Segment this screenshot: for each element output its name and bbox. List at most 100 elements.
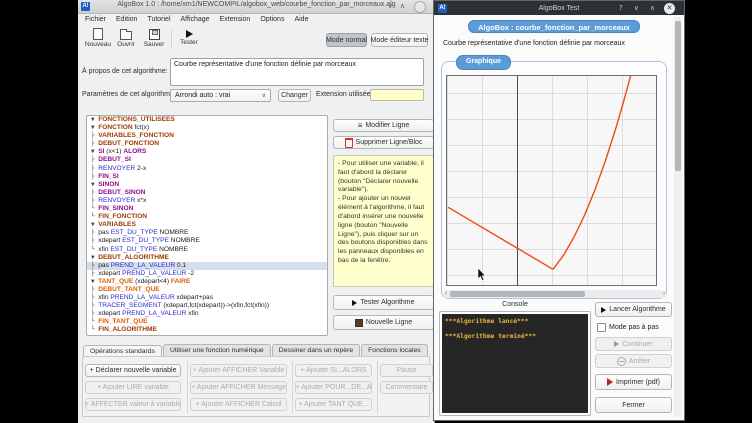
tree-line[interactable]: ├ xfin PREND_LA_VALEUR xdepart+pas [87, 294, 327, 302]
tree-line[interactable]: └ xfin EST_DU_TYPE NOMBRE [87, 246, 327, 254]
action-button[interactable]: Pause [380, 364, 433, 377]
menu-item-options[interactable]: Options [255, 16, 289, 23]
menu-item-tutoriel[interactable]: Tutoriel [142, 16, 175, 23]
params-select[interactable]: Arrondi auto : vrai ∨ [170, 89, 271, 102]
tab-utiliser-une-fonction-num-rique[interactable]: Utiliser une fonction numérique [163, 344, 271, 356]
scrollbar-thumb[interactable] [675, 21, 681, 171]
scrollbar-thumb[interactable] [450, 291, 585, 297]
extension-input[interactable] [370, 89, 424, 101]
action-button[interactable]: + Ajouter SI...ALORS [295, 364, 372, 377]
window-title: AlgoBox 1.0 : /home/xm1/NEWCOMPIL/algobo… [78, 1, 435, 8]
action-button[interactable]: + Ajouter LIRE variable [85, 381, 181, 394]
tree-line[interactable]: ├ RENVOYER x*x [87, 197, 327, 205]
chevron-down-icon: ∨ [262, 92, 266, 99]
shade-icon[interactable]: ∨ [634, 4, 639, 12]
window-title: AlgoBox Test [434, 5, 684, 12]
trash-icon [345, 138, 353, 148]
about-textarea[interactable]: Courbe représentative d'une fonction déf… [170, 58, 424, 86]
new-line-button[interactable]: Nouvelle Ligne [333, 315, 434, 330]
action-button[interactable]: Commentaire [380, 381, 433, 394]
console-line: ***Algorithme terminé*** [445, 333, 585, 340]
tree-line[interactable]: ├ xdepart EST_DU_TYPE NOMBRE [87, 237, 327, 245]
step-mode-label: Mode pas à pas [609, 324, 659, 331]
menu-item-edition[interactable]: Edition [111, 16, 142, 23]
tree-line[interactable]: ▼ SINON [87, 181, 327, 189]
function-curve [447, 76, 656, 285]
test-button[interactable]: Tester [176, 28, 202, 46]
shade-icon[interactable]: ∨ [388, 2, 393, 10]
about-label: À propos de cet algorithme: [82, 68, 168, 75]
close-icon[interactable] [414, 1, 426, 13]
tab-fonctions-locales[interactable]: Fonctions locales [361, 344, 428, 356]
step-mode-row[interactable]: Mode pas à pas [597, 323, 659, 332]
menu-item-affichage[interactable]: Affichage [176, 16, 215, 23]
menu-item-aide[interactable]: Aide [289, 16, 313, 23]
open-button[interactable]: Ouvrir [113, 28, 139, 48]
tree-line[interactable]: ├ xdepart PREND_LA_VALEUR -2 [87, 270, 327, 278]
play-icon [186, 30, 193, 38]
tree-line[interactable]: ├ DEBUT_FONCTION [87, 140, 327, 148]
tree-line[interactable]: ▼ FONCTION fct(x) [87, 124, 327, 132]
new-line-icon [355, 319, 363, 327]
new-button[interactable]: Nouveau [85, 28, 111, 48]
tree-line[interactable]: ├ FIN_SI [87, 173, 327, 181]
test-algorithm-button[interactable]: Tester Algorithme [333, 295, 434, 310]
tree-line[interactable]: ├ DEBUT_SI [87, 156, 327, 164]
menubar: FichierEditionTutorielAffichageExtension… [80, 13, 313, 26]
window-vertical-scrollbar[interactable] [674, 17, 682, 417]
mode-normal-button[interactable]: Mode normal [326, 33, 367, 47]
help-icon[interactable]: ? [619, 4, 623, 12]
menu-item-extension[interactable]: Extension [215, 16, 256, 23]
tree-line[interactable]: ▼ TANT_QUE (xdepart<4) FAIRE [87, 278, 327, 286]
algobox-app-icon: A! [438, 4, 447, 13]
maximize-icon[interactable]: ∧ [650, 4, 655, 12]
modify-line-button[interactable]: ≡ Modifier Ligne [333, 119, 434, 132]
titlebar[interactable]: A! AlgoBox 1.0 : /home/xm1/NEWCOMPIL/alg… [78, 0, 435, 14]
print-pdf-button[interactable]: Imprimer (pdf) [595, 374, 672, 390]
tree-line[interactable]: └ FIN_FONCTION [87, 213, 327, 221]
action-button[interactable]: + AFFECTER valeur à variable [85, 398, 181, 411]
delete-line-button[interactable]: Supprimer Ligne/Bloc [333, 136, 434, 149]
algorithm-tree[interactable]: ▼ FONCTIONS_UTILISEES ▼ FONCTION fct(x) … [86, 115, 328, 336]
run-algorithm-button[interactable]: Lancer Algorithme [595, 302, 672, 317]
scroll-left-icon[interactable]: ‹ [445, 290, 447, 298]
mode-editor-button[interactable]: Mode éditeur texte [371, 33, 428, 47]
close-button[interactable]: Fermer [595, 397, 672, 413]
tree-line[interactable]: ├ RENVOYER 2-x [87, 165, 327, 173]
tree-line[interactable]: ├ DEBUT_TANT_QUE [87, 286, 327, 294]
list-icon: ≡ [358, 121, 363, 130]
maximize-icon[interactable]: ∧ [400, 2, 405, 10]
save-button[interactable]: Sauver [141, 28, 167, 48]
action-button[interactable]: + Ajouter AFFICHER Message [190, 381, 287, 394]
tree-line[interactable]: ├ pas PREND_LA_VALEUR 0.1 [87, 262, 327, 270]
tree-line[interactable]: ▼ DEBUT_ALGORITHME [87, 254, 327, 262]
graph-plot-area[interactable] [446, 75, 657, 286]
tree-line[interactable]: ▼ FONCTIONS_UTILISEES [87, 116, 327, 124]
algobox-test-window: A! AlgoBox Test ? ∨ ∧ ✕ AlgoBox : courbe… [433, 0, 685, 421]
tree-line[interactable]: └ FIN_SINON [87, 205, 327, 213]
scroll-right-icon[interactable]: › [663, 290, 665, 298]
tree-line[interactable]: ├ DEBUT_SINON [87, 189, 327, 197]
action-button[interactable]: + Ajouter AFFICHER Variable [190, 364, 287, 377]
save-icon [149, 29, 160, 40]
action-button[interactable]: + Déclarer nouvelle variable [85, 364, 181, 377]
change-button[interactable]: Changer [278, 89, 311, 102]
action-button[interactable]: + Ajouter POUR...DE...A [295, 381, 372, 394]
tree-line[interactable]: └ FIN_ALGORITHME [87, 326, 327, 334]
stop-icon [617, 357, 626, 366]
action-button[interactable]: + Ajouter AFFICHER Calcul [190, 398, 287, 411]
continue-button[interactable]: Continuer [595, 337, 672, 351]
extension-label: Extension utilisée: [316, 91, 372, 98]
graph-horizontal-scrollbar[interactable]: ‹ › [444, 290, 666, 298]
algorithm-name-badge: AlgoBox : courbe_fonction_par_morceaux [468, 20, 640, 33]
titlebar[interactable]: A! AlgoBox Test ? ∨ ∧ ✕ [434, 1, 684, 15]
menu-item-fichier[interactable]: Fichier [80, 16, 111, 23]
step-mode-checkbox[interactable] [597, 323, 606, 332]
tab-dessiner-dans-un-rep-re[interactable]: Dessiner dans un repère [272, 344, 360, 356]
close-icon[interactable]: ✕ [664, 3, 675, 14]
toolbar-separator [171, 29, 172, 49]
curve-segment-parabola [553, 76, 631, 269]
algobox-main-window: A! AlgoBox 1.0 : /home/xm1/NEWCOMPIL/alg… [78, 0, 435, 423]
action-button[interactable]: + Ajouter TANT QUE... [295, 398, 372, 411]
stop-button[interactable]: Arrêter [595, 354, 672, 368]
